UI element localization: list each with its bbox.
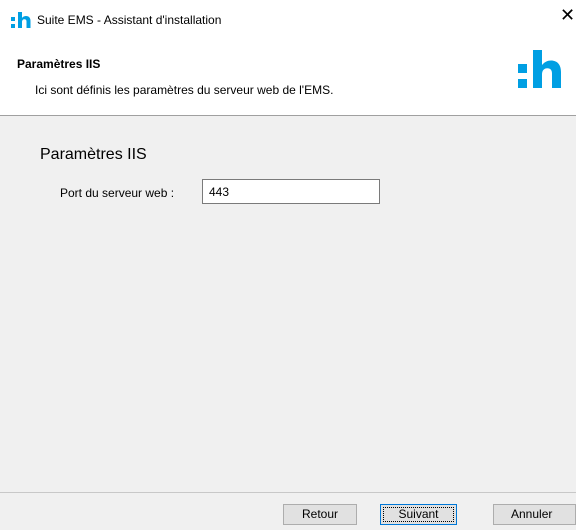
page-title: Paramètres IIS [17, 57, 101, 71]
section-title: Paramètres IIS [40, 146, 147, 163]
button-bar: Retour Suivant Annuler [0, 492, 576, 530]
installer-window: Suite EMS - Assistant d'installation ✕ P… [0, 0, 576, 530]
wizard-header: Paramètres IIS Ici sont définis les para… [0, 40, 576, 116]
h-logo-icon [11, 11, 33, 31]
page-subtitle: Ici sont définis les paramètres du serve… [35, 83, 334, 97]
focus-rectangle [383, 507, 454, 522]
close-icon[interactable]: ✕ [560, 6, 576, 26]
main-content: Paramètres IIS Port du serveur web : [0, 116, 576, 492]
port-input[interactable] [202, 179, 380, 204]
brand-logo-icon [516, 48, 576, 96]
title-bar: Suite EMS - Assistant d'installation ✕ [0, 0, 576, 40]
port-label: Port du serveur web : [60, 186, 175, 200]
cancel-button[interactable]: Annuler [493, 504, 576, 525]
back-button[interactable]: Retour [283, 504, 357, 525]
next-button[interactable]: Suivant [380, 504, 457, 525]
window-title: Suite EMS - Assistant d'installation [37, 13, 222, 27]
